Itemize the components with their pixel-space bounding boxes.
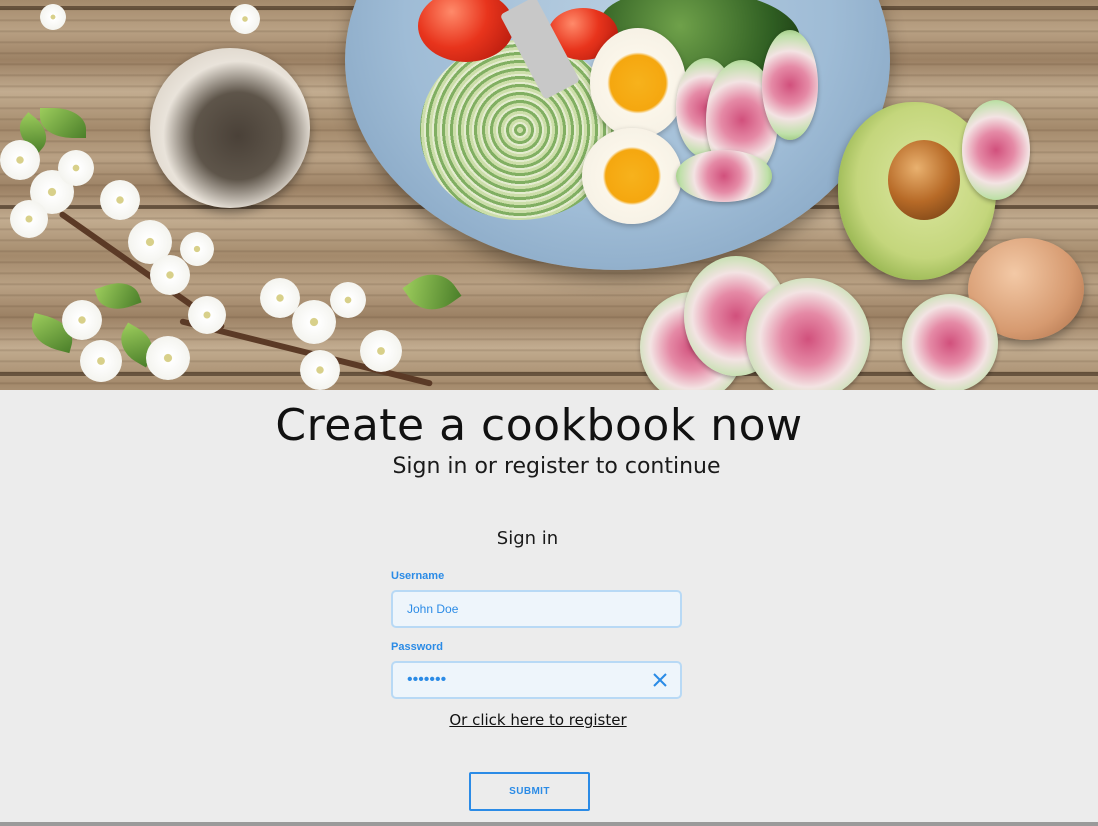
page-subtitle: Sign in or register to continue	[392, 454, 721, 479]
boiled-egg	[582, 128, 682, 224]
boiled-egg	[590, 28, 686, 138]
hero-food-image	[0, 0, 1098, 390]
pepper-bowl	[150, 48, 310, 208]
login-page: Create a cookbook now Sign in or registe…	[0, 0, 1098, 826]
blossom	[230, 4, 260, 34]
register-link[interactable]: Or click here to register	[0, 711, 1076, 729]
signin-heading: Sign in	[496, 528, 559, 549]
blossom	[80, 340, 122, 382]
leaf	[40, 108, 86, 138]
blossom	[10, 200, 48, 238]
radish-slice	[746, 278, 870, 390]
blossom	[40, 4, 66, 30]
submit-button[interactable]: SUBMIT	[469, 772, 590, 811]
blossom	[62, 300, 102, 340]
blossom	[300, 350, 340, 390]
avocado-pit	[888, 140, 960, 220]
password-input[interactable]	[407, 663, 637, 697]
blossom	[146, 336, 190, 380]
radish-slice	[962, 100, 1030, 200]
radish-slice	[762, 30, 818, 140]
blossom	[58, 150, 94, 186]
blossom	[0, 140, 40, 180]
radish-slice	[902, 294, 998, 390]
bottom-divider	[0, 822, 1098, 826]
leaf	[94, 276, 142, 316]
blossom	[330, 282, 366, 318]
blossom	[292, 300, 336, 344]
page-title: Create a cookbook now	[275, 400, 803, 451]
leaf	[402, 262, 462, 322]
password-label: Password	[391, 641, 443, 653]
blossom	[180, 232, 214, 266]
blossom	[100, 180, 140, 220]
clear-icon[interactable]	[652, 672, 668, 688]
username-field[interactable]	[391, 590, 682, 628]
blossom	[188, 296, 226, 334]
username-label: Username	[391, 570, 445, 582]
username-input[interactable]	[407, 592, 637, 626]
radish-slice	[676, 150, 772, 202]
password-field[interactable]	[391, 661, 682, 699]
blossom	[360, 330, 402, 372]
